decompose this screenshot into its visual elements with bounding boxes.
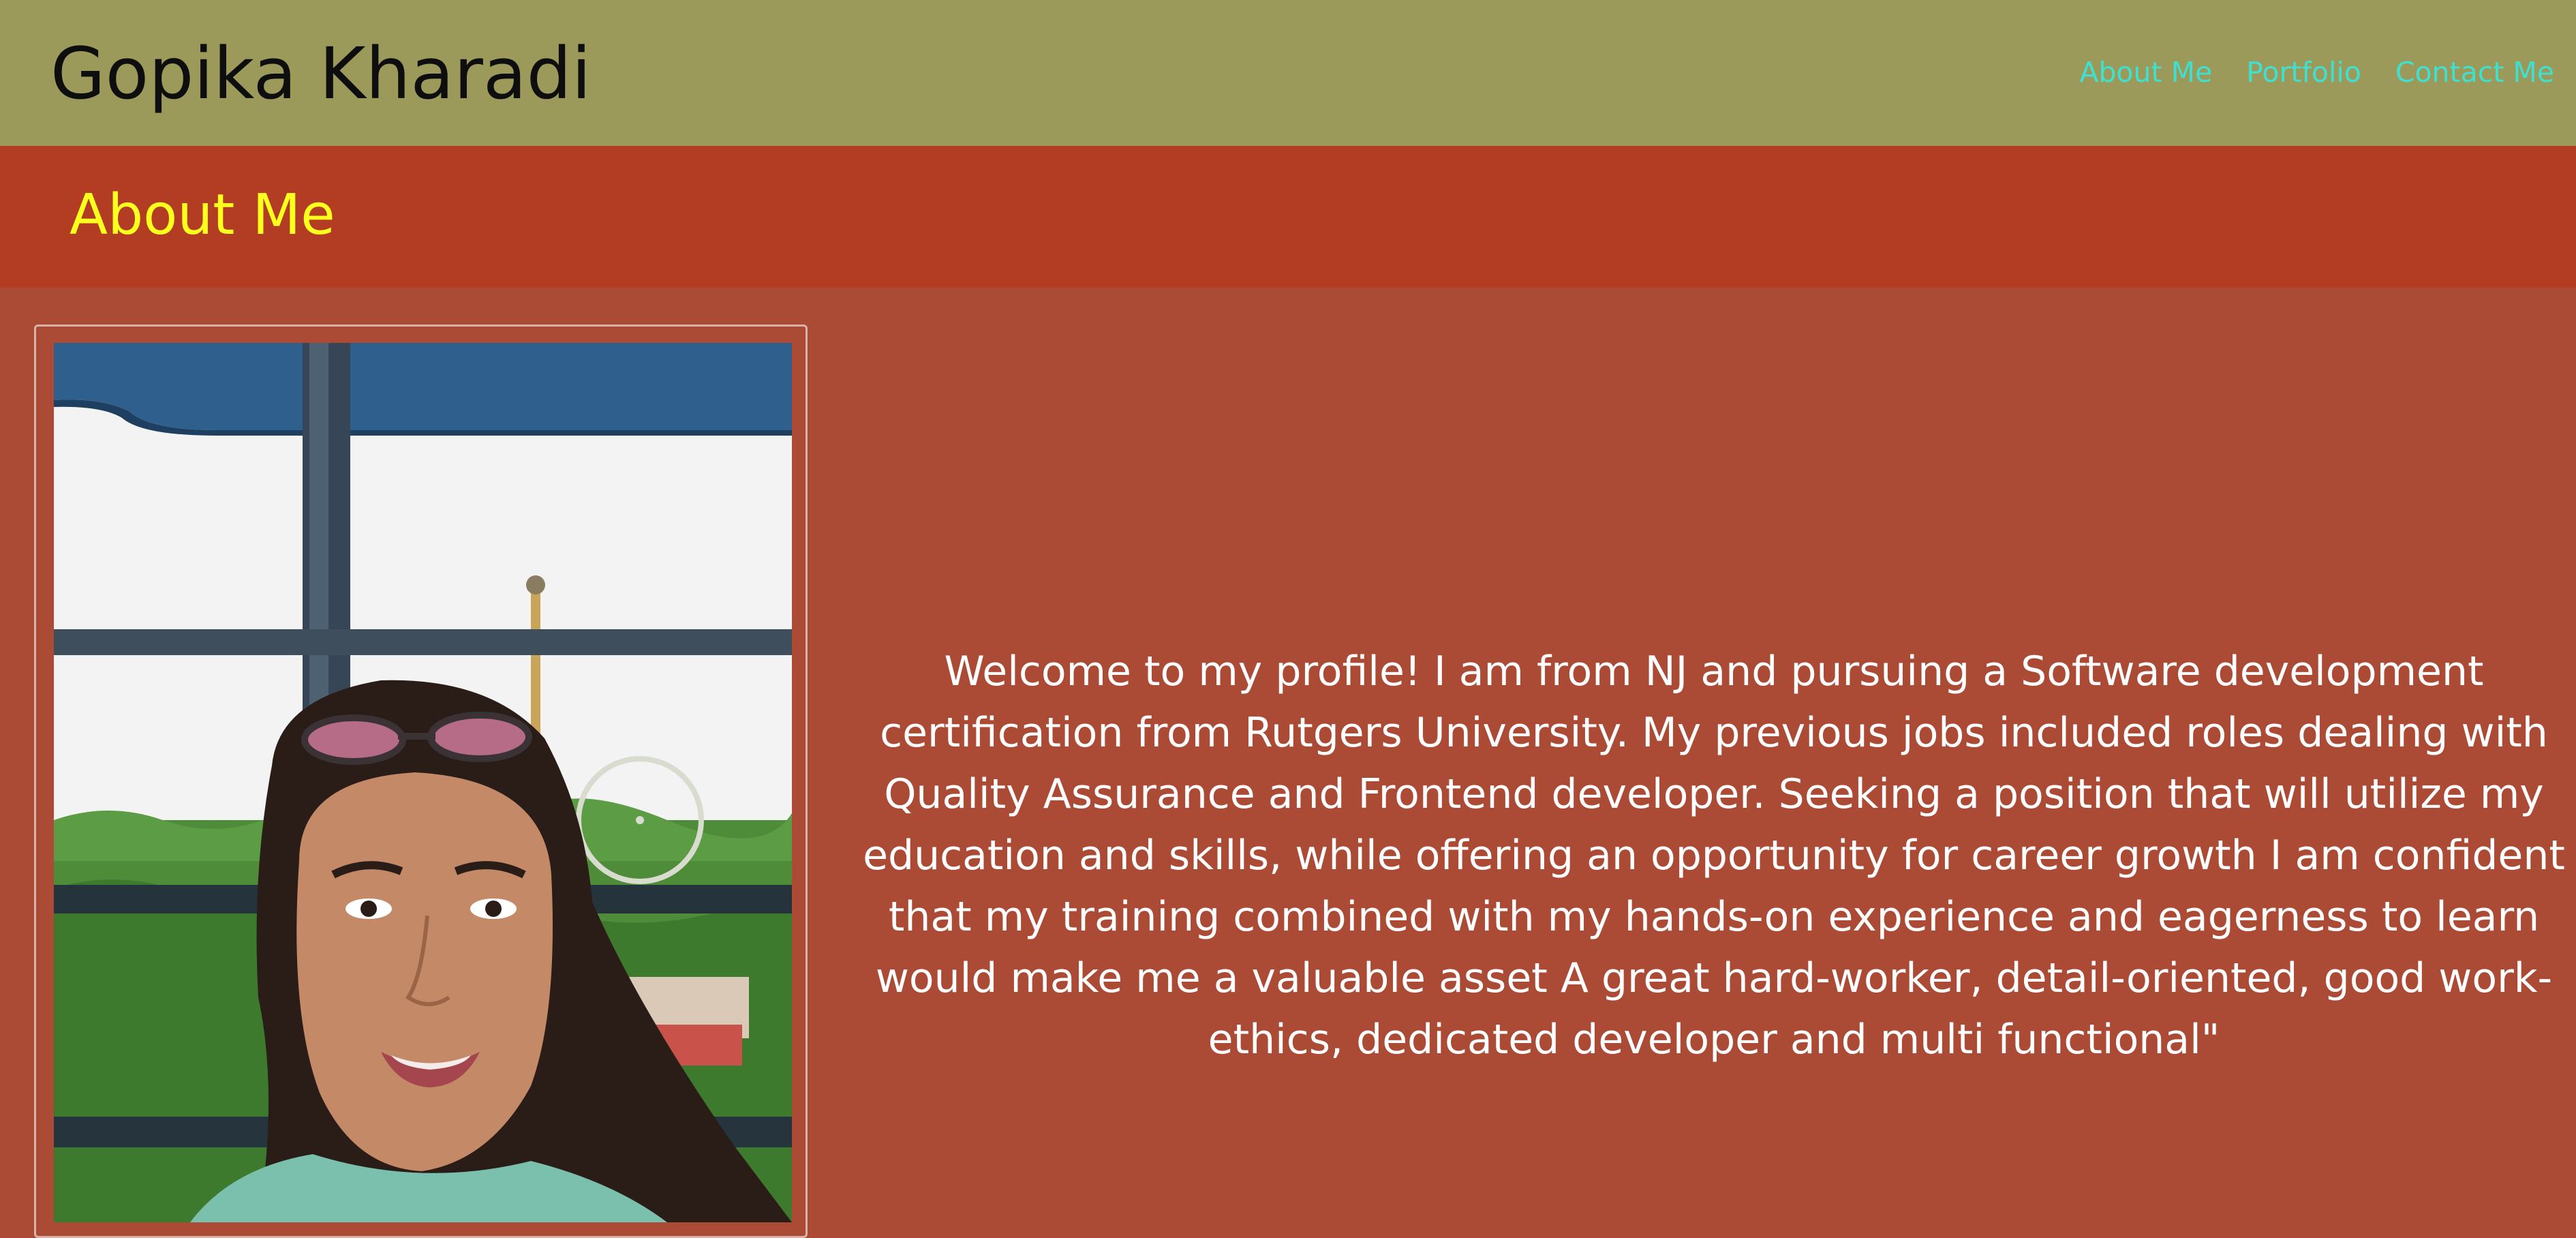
nav-link-about-me[interactable]: About Me <box>2079 53 2212 91</box>
profile-photo-frame <box>34 324 808 1238</box>
site-header: Gopika Kharadi About Me Portfolio Contac… <box>0 0 2576 146</box>
site-title: Gopika Kharadi <box>50 32 592 115</box>
main-nav: About Me Portfolio Contact Me <box>2079 53 2554 91</box>
about-heading: About Me <box>70 183 335 247</box>
nav-link-contact-me[interactable]: Contact Me <box>2395 53 2554 91</box>
nav-link-portfolio[interactable]: Portfolio <box>2246 53 2361 91</box>
about-section-header: About Me <box>0 146 2576 288</box>
bio-text: Welcome to my profile! I am from NJ and … <box>863 648 2565 1063</box>
profile-photo <box>54 343 792 1222</box>
